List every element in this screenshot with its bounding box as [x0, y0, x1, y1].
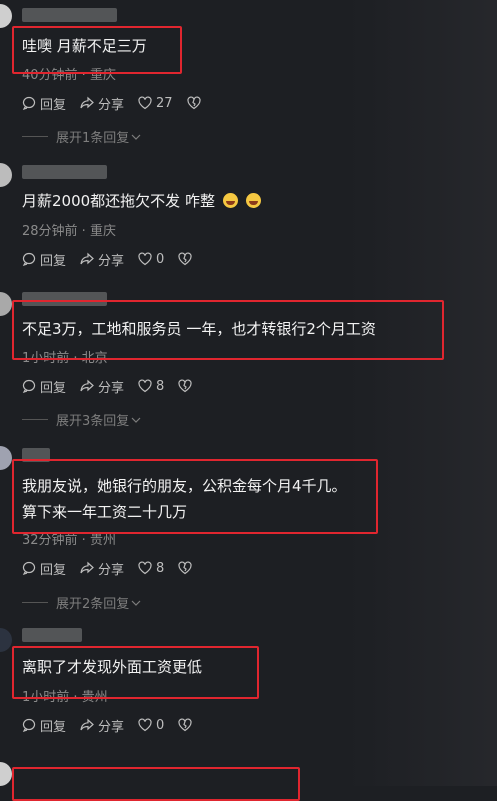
comment-actions: 回复 分享 27 — [22, 94, 219, 113]
reply-icon — [22, 96, 36, 110]
reply-label: 回复 — [40, 719, 67, 735]
reply-label: 回复 — [40, 253, 67, 269]
reply-button[interactable]: 回复 — [22, 559, 66, 578]
reply-button[interactable]: 回复 — [22, 94, 66, 113]
like-count: 8 — [156, 560, 165, 576]
share-button[interactable]: 分享 — [80, 377, 124, 396]
heart-icon — [138, 96, 152, 110]
broken-heart-icon — [178, 718, 192, 732]
dislike-button[interactable] — [186, 96, 205, 110]
share-button[interactable]: 分享 — [80, 559, 124, 578]
share-label: 分享 — [98, 253, 125, 269]
share-button[interactable]: 分享 — [80, 250, 124, 269]
avatar[interactable] — [0, 762, 12, 786]
reply-icon — [22, 561, 36, 575]
broken-heart-icon — [186, 96, 201, 110]
like-button[interactable]: 8 — [138, 379, 164, 394]
broken-heart-icon — [178, 379, 192, 393]
reply-icon — [22, 718, 36, 732]
divider — [22, 419, 48, 420]
share-button[interactable]: 分享 — [80, 94, 124, 113]
background-shade — [347, 0, 497, 786]
username-blurred[interactable] — [22, 165, 107, 179]
share-icon — [80, 718, 94, 731]
reply-label: 回复 — [40, 380, 67, 396]
like-button[interactable]: 8 — [138, 561, 164, 576]
avatar[interactable] — [0, 446, 12, 470]
comment-actions: 回复 分享 0 — [22, 716, 210, 735]
reply-label: 回复 — [40, 97, 67, 113]
chevron-down-icon — [131, 417, 141, 423]
heart-icon — [138, 252, 152, 266]
broken-heart-icon — [178, 561, 192, 575]
like-count: 0 — [156, 251, 165, 267]
highlight-box — [12, 767, 300, 801]
dislike-button[interactable] — [178, 718, 196, 732]
share-button[interactable]: 分享 — [80, 716, 124, 735]
divider — [22, 602, 48, 603]
like-count: 8 — [156, 378, 165, 394]
heart-icon — [138, 718, 152, 732]
comment-text-content: 月薪2000都还拖欠不发 咋整 — [22, 192, 215, 210]
share-label: 分享 — [98, 719, 125, 735]
comment-actions: 回复 分享 8 — [22, 559, 210, 578]
share-label: 分享 — [98, 97, 125, 113]
like-button[interactable]: 0 — [138, 252, 164, 267]
avatar[interactable] — [0, 292, 12, 316]
avatar[interactable] — [0, 628, 12, 652]
dislike-button[interactable] — [178, 561, 196, 575]
expand-label: 展开2条回复 — [56, 597, 130, 612]
chevron-down-icon — [131, 134, 141, 140]
expand-replies[interactable]: 展开2条回复 — [22, 593, 141, 612]
comment-actions: 回复 分享 0 — [22, 250, 210, 269]
divider — [22, 136, 48, 137]
username-blurred[interactable] — [22, 8, 117, 22]
reply-label: 回复 — [40, 562, 67, 578]
highlight-box — [12, 26, 182, 74]
dislike-button[interactable] — [178, 379, 196, 393]
reply-button[interactable]: 回复 — [22, 250, 66, 269]
expand-label: 展开1条回复 — [56, 131, 130, 146]
comment-meta: 28分钟前 · 重庆 — [22, 224, 116, 239]
comment-text: 月薪2000都还拖欠不发 咋整 — [22, 189, 261, 213]
share-label: 分享 — [98, 562, 125, 578]
laughing-emoji-icon — [245, 193, 261, 208]
expand-label: 展开3条回复 — [56, 414, 130, 429]
username-blurred[interactable] — [22, 628, 82, 642]
reply-button[interactable]: 回复 — [22, 377, 66, 396]
like-button[interactable]: 27 — [138, 96, 173, 111]
share-icon — [80, 96, 94, 109]
avatar[interactable] — [0, 4, 12, 28]
reply-button[interactable]: 回复 — [22, 716, 66, 735]
expand-replies[interactable]: 展开1条回复 — [22, 127, 141, 146]
highlight-box — [12, 300, 444, 360]
comment-actions: 回复 分享 8 — [22, 377, 210, 396]
reply-icon — [22, 379, 36, 393]
avatar[interactable] — [0, 163, 12, 187]
share-icon — [80, 379, 94, 392]
broken-heart-icon — [178, 252, 192, 266]
dislike-button[interactable] — [178, 252, 196, 266]
chevron-down-icon — [131, 600, 141, 606]
share-icon — [80, 252, 94, 265]
like-count: 27 — [156, 95, 173, 111]
highlight-box — [12, 646, 259, 699]
highlight-box — [12, 459, 378, 534]
laughing-emoji-icon — [222, 193, 238, 208]
heart-icon — [138, 561, 152, 575]
like-count: 0 — [156, 717, 165, 733]
share-label: 分享 — [98, 380, 125, 396]
share-icon — [80, 561, 94, 574]
reply-icon — [22, 252, 36, 266]
heart-icon — [138, 379, 152, 393]
expand-replies[interactable]: 展开3条回复 — [22, 410, 141, 429]
like-button[interactable]: 0 — [138, 718, 164, 733]
